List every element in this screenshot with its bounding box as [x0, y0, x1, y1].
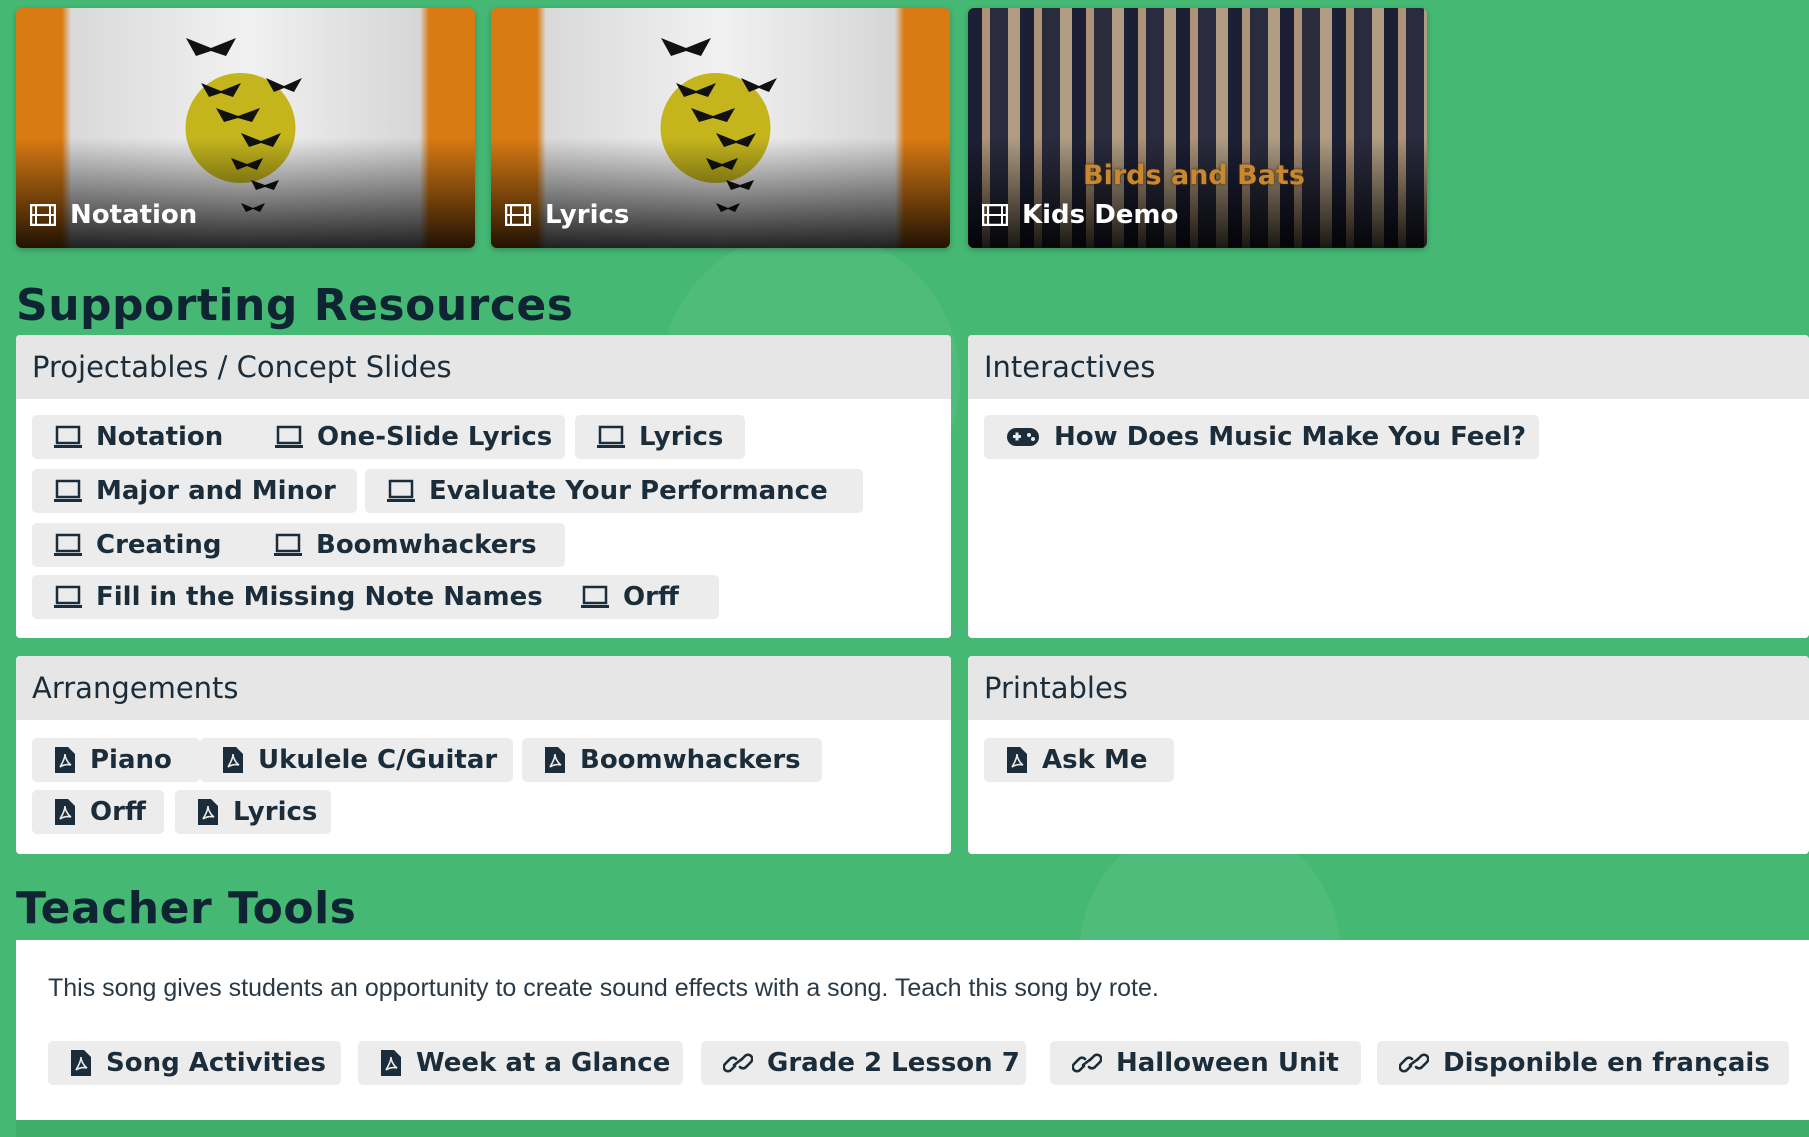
pdf-icon	[55, 747, 75, 773]
laptop-icon	[274, 533, 302, 556]
panel-heading: Projectables / Concept Slides	[16, 335, 951, 399]
pdf-icon	[381, 1050, 401, 1076]
thumbnail-fade	[16, 138, 475, 248]
chip-label: Ukulele C/Guitar	[258, 745, 498, 775]
projectable-chip[interactable]: Major and Minor	[32, 469, 357, 513]
section-title-supporting-resources: Supporting Resources	[16, 280, 574, 331]
chip-label: Notation	[96, 422, 224, 452]
bottom-divider	[16, 1120, 1809, 1137]
video-card-lyrics[interactable]: Lyrics	[491, 8, 950, 248]
video-overlay-title: Birds and Bats	[1083, 160, 1305, 191]
video-label: Lyrics	[505, 200, 629, 230]
video-label: Kids Demo	[982, 200, 1178, 230]
thumbnail-fade	[491, 138, 950, 248]
projectable-chip[interactable]: Boomwhackers	[252, 523, 565, 567]
chip-label: Orff	[623, 582, 679, 612]
laptop-icon	[54, 585, 82, 608]
video-label: Notation	[30, 200, 197, 230]
teacher-link-disponible-en-francais[interactable]: Disponible en français	[1377, 1041, 1789, 1085]
video-label-text: Kids Demo	[1022, 200, 1179, 230]
laptop-icon	[387, 479, 415, 502]
teacher-link-halloween-unit[interactable]: Halloween Unit	[1050, 1041, 1361, 1085]
pdf-icon	[545, 747, 565, 773]
panel-heading: Arrangements	[16, 656, 951, 720]
link-icon	[723, 1053, 753, 1073]
video-label-text: Lyrics	[545, 200, 630, 230]
pdf-icon	[71, 1050, 91, 1076]
pdf-icon	[55, 799, 75, 825]
chip-label: Major and Minor	[96, 476, 336, 506]
pdf-icon	[198, 799, 218, 825]
chip-label: Boomwhackers	[316, 530, 537, 560]
chip-label: Creating	[96, 530, 222, 560]
arrangement-chip[interactable]: Lyrics	[175, 790, 331, 834]
chip-label: Boomwhackers	[580, 745, 801, 775]
projectable-chip[interactable]: Fill in the Missing Note Names	[32, 575, 567, 619]
chip-label: Week at a Glance	[416, 1048, 671, 1078]
projectable-chip[interactable]: Orff	[559, 575, 719, 619]
chip-label: Ask Me	[1042, 745, 1148, 775]
panel-heading: Interactives	[968, 335, 1809, 399]
panel-interactives: Interactives How Does Music Make You Fee…	[968, 335, 1809, 638]
chip-label: Halloween Unit	[1116, 1048, 1339, 1078]
laptop-icon	[581, 585, 609, 608]
teacher-tools-description: This song gives students an opportunity …	[48, 974, 1159, 1002]
projectable-chip[interactable]: Creating	[32, 523, 259, 567]
gamepad-icon	[1007, 428, 1039, 446]
section-title-teacher-tools: Teacher Tools	[16, 883, 357, 934]
link-icon	[1399, 1053, 1429, 1073]
chip-label: Disponible en français	[1443, 1048, 1770, 1078]
pdf-icon	[223, 747, 243, 773]
chip-label: How Does Music Make You Feel?	[1054, 422, 1527, 452]
video-card-notation[interactable]: Notation	[16, 8, 475, 248]
film-icon	[505, 204, 531, 226]
panel-projectables: Projectables / Concept Slides Notation O…	[16, 335, 951, 638]
chip-label: Piano	[90, 745, 172, 775]
interactive-chip[interactable]: How Does Music Make You Feel?	[984, 415, 1539, 459]
projectable-chip[interactable]: One-Slide Lyrics	[253, 415, 565, 459]
laptop-icon	[597, 425, 625, 448]
chip-label: Grade 2 Lesson 7	[767, 1048, 1020, 1078]
arrangement-chip[interactable]: Piano	[32, 738, 200, 782]
teacher-link-week-at-a-glance[interactable]: Week at a Glance	[358, 1041, 683, 1085]
chip-label: One-Slide Lyrics	[317, 422, 553, 452]
chip-label: Lyrics	[233, 797, 318, 827]
projectable-chip[interactable]: Notation	[32, 415, 260, 459]
printable-chip[interactable]: Ask Me	[984, 738, 1174, 782]
panel-heading: Printables	[968, 656, 1809, 720]
chip-label: Evaluate Your Performance	[429, 476, 828, 506]
film-icon	[30, 204, 56, 226]
thumbnail-fade	[968, 138, 1427, 248]
laptop-icon	[54, 479, 82, 502]
film-icon	[982, 204, 1008, 226]
chip-label: Lyrics	[639, 422, 724, 452]
chip-label: Fill in the Missing Note Names	[96, 582, 543, 612]
chip-label: Orff	[90, 797, 146, 827]
teacher-link-grade-2-lesson-7[interactable]: Grade 2 Lesson 7	[701, 1041, 1026, 1085]
laptop-icon	[54, 533, 82, 556]
video-card-kids-demo[interactable]: Birds and Bats Kids Demo	[968, 8, 1427, 248]
arrangement-chip[interactable]: Orff	[32, 790, 164, 834]
panel-printables: Printables Ask Me	[968, 656, 1809, 854]
teacher-link-song-activities[interactable]: Song Activities	[48, 1041, 341, 1085]
laptop-icon	[275, 425, 303, 448]
chip-label: Song Activities	[106, 1048, 326, 1078]
projectable-chip[interactable]: Lyrics	[575, 415, 745, 459]
pdf-icon	[1007, 747, 1027, 773]
arrangement-chip[interactable]: Ukulele C/Guitar	[200, 738, 513, 782]
projectable-chip[interactable]: Evaluate Your Performance	[365, 469, 863, 513]
teacher-tools-panel: This song gives students an opportunity …	[16, 940, 1809, 1120]
laptop-icon	[54, 425, 82, 448]
link-icon	[1072, 1053, 1102, 1073]
panel-arrangements: Arrangements Piano Ukulele C/Guitar Boom…	[16, 656, 951, 854]
video-label-text: Notation	[70, 200, 198, 230]
arrangement-chip[interactable]: Boomwhackers	[522, 738, 822, 782]
